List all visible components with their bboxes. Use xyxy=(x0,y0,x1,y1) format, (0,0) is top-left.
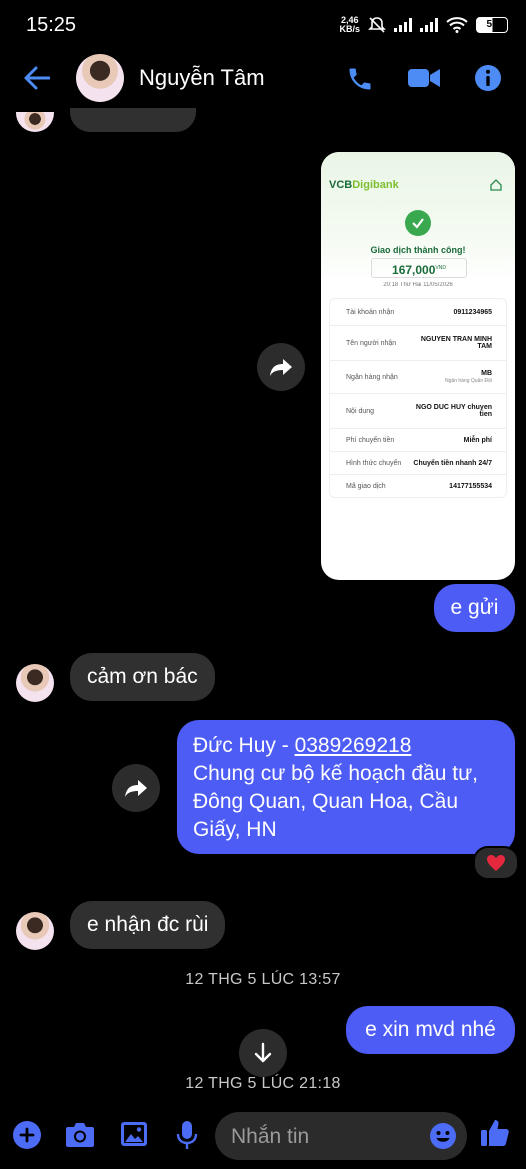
emoji-icon[interactable] xyxy=(429,1122,457,1150)
currency: VND xyxy=(435,265,446,271)
home-icon xyxy=(490,179,502,191)
receipt-row: Ngân hàng nhận MB Ngân hàng Quân Đội xyxy=(330,361,506,394)
heart-icon xyxy=(487,855,505,871)
contact-avatar-small xyxy=(16,664,54,702)
address-line: Giấy, HN xyxy=(193,818,277,841)
transaction-status: Giao dịch thành công! xyxy=(370,245,466,255)
phone-icon[interactable] xyxy=(346,65,374,93)
sent-address-bubble[interactable]: Đức Huy - 0389269218 Chung cư bộ kế hoạc… xyxy=(177,720,515,854)
bank-receipt-image[interactable]: VCBDigibank Giao dịch thành công! 167,00… xyxy=(321,152,515,580)
received-message-bubble[interactable]: cảm ơn bác xyxy=(70,653,215,701)
contact-avatar-small xyxy=(16,112,54,132)
battery-indicator: 51 xyxy=(476,17,508,33)
phone-link[interactable]: 0389269218 xyxy=(295,734,412,757)
forward-arrow-icon xyxy=(270,359,292,376)
heart-reaction[interactable] xyxy=(473,846,519,880)
timestamp: 12 THG 5 LÚC 21:18 xyxy=(185,1075,341,1092)
forward-button[interactable] xyxy=(257,343,305,391)
camera-icon[interactable] xyxy=(65,1121,95,1148)
receipt-row: Mã giao dịch 14177155534 xyxy=(346,482,492,490)
success-check-icon xyxy=(405,210,431,236)
message-input[interactable]: Nhắn tin xyxy=(215,1112,467,1160)
vcb-logo: VCB xyxy=(329,179,353,191)
contact-name[interactable]: Nguyễn Tâm xyxy=(139,65,265,91)
message-input-placeholder: Nhắn tin xyxy=(231,1125,310,1148)
back-arrow-icon[interactable] xyxy=(24,66,50,90)
microphone-icon[interactable] xyxy=(176,1120,198,1150)
receipt-row: Tài khoản nhận 0911234965 xyxy=(330,299,506,326)
forward-button[interactable] xyxy=(112,764,160,812)
wifi-icon xyxy=(446,17,468,33)
received-message-bubble[interactable]: e nhận đc rùi xyxy=(70,901,226,949)
receipt-row: Tên người nhận NGUYEN TRAN MINH TAM xyxy=(330,326,506,361)
status-icons: 2,46 KB/s 51 xyxy=(339,16,508,34)
recipient-name: Đức Huy - xyxy=(193,734,295,757)
contact-avatar[interactable] xyxy=(76,54,124,102)
gallery-icon[interactable] xyxy=(120,1121,148,1147)
receipt-row: Hình thức chuyển Chuyển tiền nhanh 24/7 xyxy=(330,452,506,475)
info-icon[interactable] xyxy=(474,64,502,92)
receipt-row: Phí chuyển tiền Miễn phí xyxy=(330,429,506,452)
arrow-down-icon xyxy=(254,1042,272,1063)
address-line: Đông Quan, Quan Hoa, Cầu xyxy=(193,790,459,813)
previous-message-bubble[interactable] xyxy=(70,108,196,132)
status-time: 15:25 xyxy=(26,14,77,36)
forward-arrow-icon xyxy=(125,780,147,797)
receipt-details: Tài khoản nhận 0911234965 Tên người nhận N… xyxy=(329,298,507,498)
sent-message-bubble[interactable]: e xin mvd nhé xyxy=(346,1006,515,1054)
scroll-to-bottom-button[interactable] xyxy=(239,1029,287,1077)
plus-button[interactable] xyxy=(13,1121,41,1149)
receipt-header: VCBDigibank Giao dịch thành công! 167,00… xyxy=(321,152,515,282)
signal-1-icon xyxy=(394,18,412,32)
signal-2-icon xyxy=(420,18,438,32)
sent-message-bubble[interactable]: e gửi xyxy=(434,584,515,632)
net-speed: 2,46 KB/s xyxy=(339,15,360,34)
plus-icon xyxy=(19,1127,35,1143)
amount-box: 167,000VND xyxy=(371,258,467,278)
timestamp: 12 THG 5 LÚC 13:57 xyxy=(185,971,341,988)
transaction-datetime: 20:18 Thứ Hai 11/05/2026 xyxy=(383,282,453,288)
address-line: Chung cư bộ kế hoạch đầu tư, xyxy=(193,762,478,785)
contact-avatar-small xyxy=(16,912,54,950)
thumbs-up-icon[interactable] xyxy=(480,1118,510,1148)
mute-bell-icon xyxy=(368,17,386,33)
receipt-row: Nội dung NGO DUC HUY chuyen tien xyxy=(330,394,506,429)
amount: 167,000 xyxy=(392,263,436,277)
video-camera-icon[interactable] xyxy=(407,66,441,90)
